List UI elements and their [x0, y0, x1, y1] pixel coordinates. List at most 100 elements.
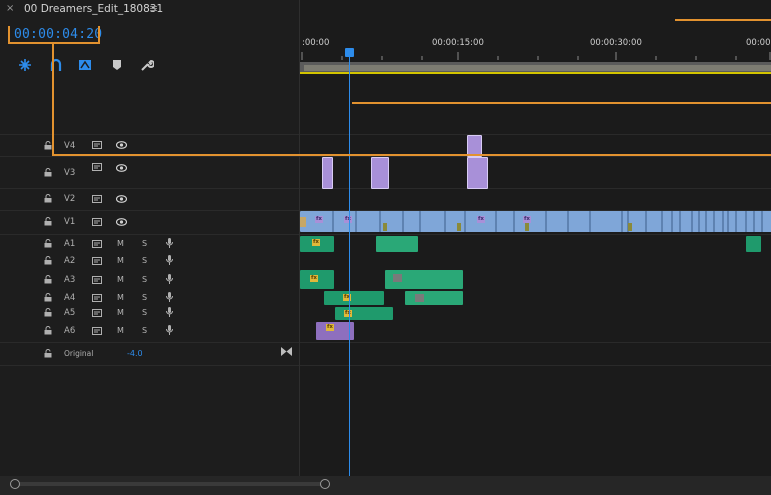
track-name: A5 [64, 308, 76, 318]
track-name: A1 [64, 239, 76, 249]
sync-lock-icon[interactable] [92, 257, 102, 265]
sync-lock-icon[interactable] [92, 327, 102, 335]
scrollbar-track[interactable] [12, 482, 330, 486]
fx-badge: fx [344, 310, 352, 317]
lock-icon[interactable] [44, 141, 52, 150]
solo-button[interactable]: S [142, 256, 147, 265]
bowtie-icon[interactable] [281, 347, 292, 356]
eye-icon[interactable] [116, 164, 127, 172]
eye-icon[interactable] [116, 141, 127, 149]
track-header-v4[interactable]: V4 [0, 134, 299, 156]
sync-lock-icon[interactable] [92, 195, 102, 203]
track-name: V4 [64, 141, 76, 151]
audio-clip[interactable]: fx [300, 270, 334, 289]
time-ruler[interactable] [300, 50, 771, 60]
video-clip[interactable] [467, 157, 488, 189]
audio-clip[interactable]: fx [324, 291, 384, 305]
lock-icon[interactable] [44, 217, 52, 226]
track-name: A4 [64, 293, 76, 303]
video-clip-track-v1[interactable]: fx fx fx fx [300, 211, 771, 232]
video-clip[interactable] [371, 157, 389, 189]
solo-button[interactable]: S [142, 275, 147, 284]
solo-button[interactable]: S [142, 293, 147, 302]
mute-button[interactable]: M [117, 326, 124, 335]
scrollbar-left-handle[interactable] [10, 479, 20, 489]
track-header-a2[interactable]: A2 M S [0, 252, 299, 269]
annotation-line [675, 19, 771, 21]
annotation-line [98, 26, 100, 43]
track-name: A3 [64, 275, 76, 285]
eye-icon[interactable] [116, 218, 127, 226]
annotation-line [52, 44, 54, 155]
track-name: A2 [64, 256, 76, 266]
fx-badge: fx [315, 216, 323, 223]
audio-clip[interactable] [376, 236, 418, 252]
microphone-icon[interactable] [166, 325, 173, 335]
lock-icon[interactable] [44, 239, 52, 248]
track-name: V1 [64, 217, 76, 227]
sync-lock-icon[interactable] [92, 276, 102, 284]
track-headers: V4 V3 V2 V1 A1 M S A2 M S A3 M S A4 M S … [0, 0, 299, 495]
microphone-icon[interactable] [166, 238, 173, 248]
audio-clip[interactable]: fx [335, 307, 393, 320]
sync-lock-icon[interactable] [92, 163, 102, 171]
sync-lock-icon[interactable] [92, 309, 102, 317]
annotation-line [52, 154, 771, 156]
lock-icon[interactable] [44, 349, 52, 358]
annotation-line [8, 42, 100, 44]
fx-badge: fx [326, 324, 334, 331]
track-header-v3[interactable]: V3 [0, 156, 299, 188]
sync-lock-icon[interactable] [92, 240, 102, 248]
microphone-icon[interactable] [166, 292, 173, 302]
video-clip[interactable] [322, 157, 333, 189]
horizontal-scrollbar[interactable] [0, 476, 771, 495]
track-header-a5[interactable]: A5 M S [0, 306, 299, 322]
fx-badge: fx [310, 275, 318, 282]
microphone-icon[interactable] [166, 307, 173, 317]
lock-icon[interactable] [44, 256, 52, 265]
lock-icon[interactable] [44, 168, 52, 177]
fx-badge: fx [312, 239, 320, 246]
eye-icon[interactable] [116, 195, 127, 203]
solo-button[interactable]: S [142, 308, 147, 317]
track-header-a6[interactable]: A6 M S [0, 322, 299, 342]
annotation-line [352, 102, 771, 104]
sync-lock-icon[interactable] [92, 141, 102, 149]
premiere-timeline-panel: × 00 Dreamers_Edit_180831 ≡ 00:00:04:20 … [0, 0, 771, 495]
fx-badge: fx [344, 216, 352, 223]
lock-icon[interactable] [44, 194, 52, 203]
track-header-v1[interactable]: V1 [0, 210, 299, 234]
solo-button[interactable]: S [142, 239, 147, 248]
mute-button[interactable]: M [117, 239, 124, 248]
track-header-master[interactable]: Original -4.0 [0, 343, 299, 365]
microphone-icon[interactable] [166, 274, 173, 284]
playhead-handle[interactable] [345, 48, 354, 57]
track-header-v2[interactable]: V2 [0, 188, 299, 210]
fx-badge: fx [477, 216, 485, 223]
audio-clip[interactable] [405, 291, 463, 305]
mute-button[interactable]: M [117, 256, 124, 265]
timeline-area[interactable]: :00:00 00:00:15:00 00:00:30:00 00:00 fx … [299, 0, 771, 495]
lock-icon[interactable] [44, 293, 52, 302]
master-volume-value[interactable]: -4.0 [127, 349, 143, 358]
audio-clip[interactable] [746, 236, 761, 252]
track-header-a4[interactable]: A4 M S [0, 290, 299, 306]
audio-clip[interactable] [385, 270, 463, 289]
lock-icon[interactable] [44, 275, 52, 284]
mute-button[interactable]: M [117, 275, 124, 284]
sync-lock-icon[interactable] [92, 218, 102, 226]
mute-button[interactable]: M [117, 308, 124, 317]
microphone-icon[interactable] [166, 255, 173, 265]
track-header-a1[interactable]: A1 M S [0, 235, 299, 252]
sync-lock-icon[interactable] [92, 294, 102, 302]
playhead-line[interactable] [349, 50, 350, 478]
mute-button[interactable]: M [117, 293, 124, 302]
master-track-name: Original [64, 349, 94, 358]
track-name: V2 [64, 194, 76, 204]
solo-button[interactable]: S [142, 326, 147, 335]
scrollbar-right-handle[interactable] [320, 479, 330, 489]
track-header-a3[interactable]: A3 M S [0, 269, 299, 290]
lock-icon[interactable] [44, 308, 52, 317]
lock-icon[interactable] [44, 326, 52, 335]
audio-clip[interactable]: fx [300, 236, 334, 252]
